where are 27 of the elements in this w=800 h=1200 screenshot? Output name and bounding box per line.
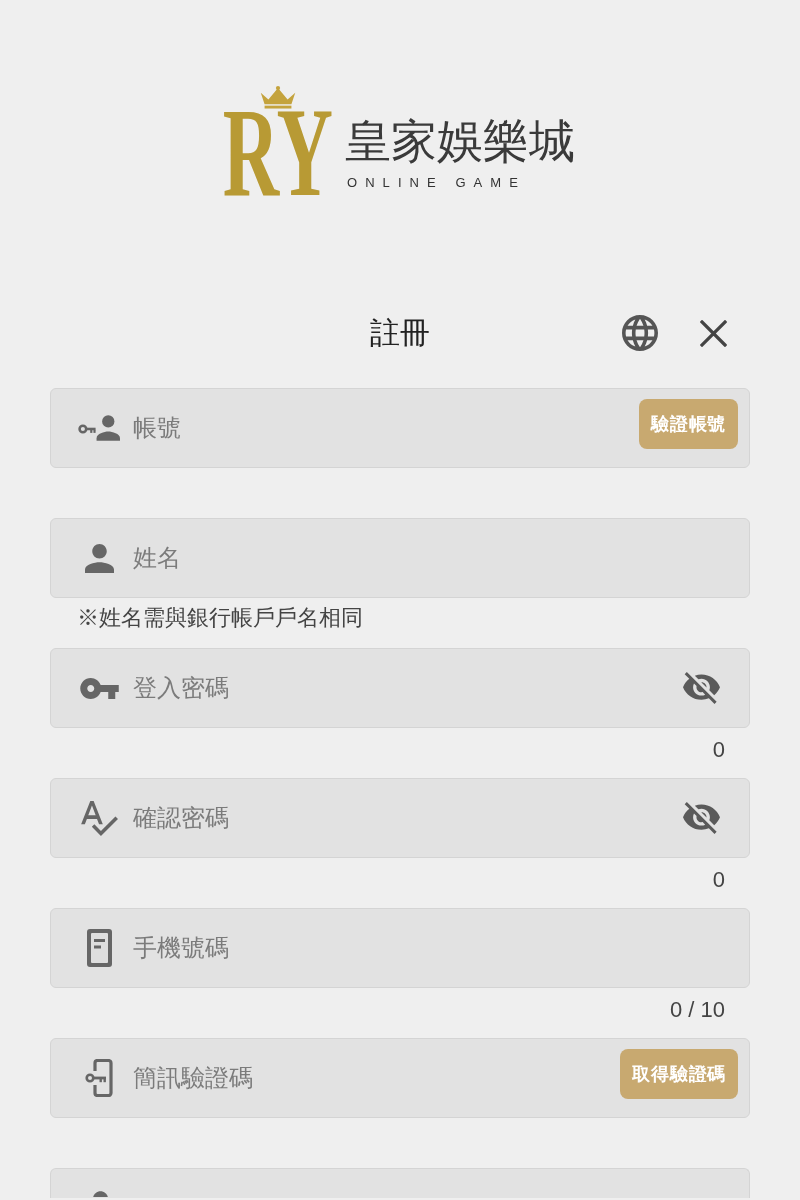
name-field[interactable]: 姓名 [50, 518, 750, 598]
eye-off-icon[interactable] [683, 672, 720, 704]
phone-key-icon [85, 1059, 113, 1097]
eye-off-icon[interactable] [683, 802, 720, 834]
character-counter: 0 [712, 866, 725, 894]
confirm-password-field[interactable]: 確認密碼 [50, 778, 750, 858]
logo-mark: RY [222, 109, 334, 197]
logo-name: 皇家娛樂城 [345, 117, 575, 167]
phone-icon [86, 929, 112, 967]
character-counter: 0 / 10 [669, 996, 725, 1024]
person-icon [92, 1191, 108, 1197]
input-field[interactable] [50, 1168, 750, 1198]
key-person-icon [78, 415, 120, 441]
key-icon [79, 677, 119, 699]
get-code-button[interactable]: 取得驗證碼 [620, 1049, 738, 1099]
globe-icon[interactable] [622, 315, 658, 351]
name-hint: ※姓名需與銀行帳戶戶名相同 [77, 605, 363, 630]
crown-icon [258, 86, 298, 109]
character-counter: 0 [712, 736, 725, 764]
close-icon[interactable] [700, 319, 727, 347]
phone-field[interactable]: 手機號碼 [50, 908, 750, 988]
dialog-title: 註冊 [370, 315, 430, 351]
person-icon [84, 543, 114, 573]
verify-account-button[interactable]: 驗證帳號 [639, 399, 738, 449]
logo-tagline: ONLINE GAME [346, 175, 527, 191]
password-field[interactable]: 登入密碼 [50, 648, 750, 728]
spellcheck-icon [80, 800, 118, 836]
